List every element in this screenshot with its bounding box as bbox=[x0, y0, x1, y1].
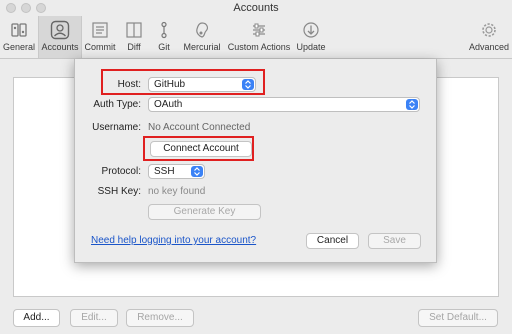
toolbar-accounts[interactable]: Accounts bbox=[38, 16, 82, 58]
mercurial-icon bbox=[191, 20, 213, 40]
toolbar-update[interactable]: Update bbox=[293, 16, 329, 58]
protocol-label: Protocol: bbox=[101, 166, 141, 177]
toolbar-custom-actions[interactable]: Custom Actions bbox=[226, 16, 292, 58]
custom-actions-icon bbox=[248, 20, 270, 40]
auth-type-label: Auth Type: bbox=[93, 99, 141, 110]
cancel-button[interactable]: Cancel bbox=[306, 233, 359, 249]
protocol-popup[interactable]: SSH bbox=[148, 164, 205, 179]
gear-icon bbox=[478, 20, 500, 40]
host-label: Host: bbox=[117, 79, 141, 90]
connect-account-button[interactable]: Connect Account bbox=[150, 141, 252, 157]
toolbar-mercurial[interactable]: Mercurial bbox=[180, 16, 224, 58]
account-icon bbox=[49, 20, 71, 40]
preferences-toolbar: General Accounts Commit Diff Git Mercuri… bbox=[0, 16, 512, 58]
toolbar-advanced[interactable]: Advanced bbox=[466, 16, 512, 58]
save-button[interactable]: Save bbox=[368, 233, 421, 249]
auth-type-value: OAuth bbox=[154, 99, 183, 110]
host-value: GitHub bbox=[154, 79, 186, 90]
ssh-key-label: SSH Key: bbox=[97, 186, 141, 197]
remove-account-button[interactable]: Remove... bbox=[126, 309, 194, 327]
popup-arrows-icon bbox=[191, 166, 203, 177]
phone-switch-icon bbox=[8, 20, 30, 40]
generate-key-button[interactable]: Generate Key bbox=[148, 204, 261, 220]
toolbar-commit[interactable]: Commit bbox=[82, 16, 118, 58]
toolbar-general[interactable]: General bbox=[0, 16, 38, 58]
username-value: No Account Connected bbox=[148, 122, 251, 133]
protocol-value: SSH bbox=[154, 166, 175, 177]
git-icon bbox=[153, 20, 175, 40]
popup-arrows-icon bbox=[406, 99, 418, 110]
preferences-window: Accounts General Accounts Commit Diff Gi… bbox=[0, 0, 512, 334]
auth-type-popup[interactable]: OAuth bbox=[148, 97, 420, 112]
update-icon bbox=[300, 20, 322, 40]
window-title: Accounts bbox=[233, 2, 279, 14]
toolbar-git[interactable]: Git bbox=[150, 16, 178, 58]
commit-icon bbox=[89, 20, 111, 40]
edit-account-button[interactable]: Edit... bbox=[70, 309, 118, 327]
add-account-button[interactable]: Add... bbox=[13, 309, 60, 327]
ssh-key-value: no key found bbox=[148, 186, 206, 197]
popup-arrows-icon bbox=[242, 79, 254, 90]
diff-icon bbox=[123, 20, 145, 40]
account-sheet: Host: GitHub Auth Type: OAuth Username: … bbox=[74, 59, 437, 263]
host-popup[interactable]: GitHub bbox=[148, 77, 256, 92]
username-label: Username: bbox=[92, 122, 141, 133]
title-bar: Accounts bbox=[0, 0, 512, 16]
set-default-button[interactable]: Set Default... bbox=[418, 309, 498, 327]
toolbar-diff[interactable]: Diff bbox=[120, 16, 148, 58]
help-link[interactable]: Need help logging into your account? bbox=[91, 235, 256, 246]
